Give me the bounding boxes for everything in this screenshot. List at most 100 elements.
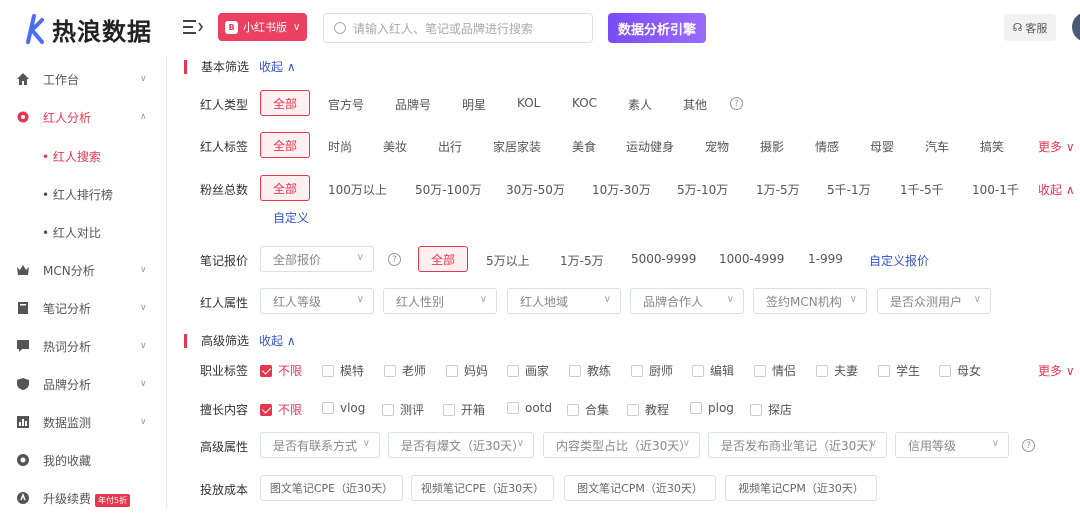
content-checkbox[interactable]: 开箱	[443, 401, 485, 418]
help-icon[interactable]: ?	[1022, 439, 1035, 452]
tag-option[interactable]: 时尚	[328, 138, 352, 155]
tag-option[interactable]: 情感	[815, 138, 839, 155]
price-option[interactable]: 1000-4999	[719, 252, 784, 266]
job-checkbox[interactable]: 厨师	[631, 362, 673, 379]
fans-option[interactable]: 10万-30万	[592, 181, 651, 198]
tag-option[interactable]: 运动健身	[626, 138, 674, 155]
price-dropdown[interactable]: 全部报价 ∨	[260, 246, 374, 272]
contact-dropdown[interactable]: 是否有联系方式 ∨	[260, 432, 380, 458]
platform-selector[interactable]: B 小红书版 ∨	[218, 13, 307, 41]
tag-option[interactable]: 宠物	[705, 138, 729, 155]
cost-video-cpe-button[interactable]: 视频笔记CPE（近30天）	[411, 475, 554, 501]
support-button[interactable]: ☊ 客服	[1004, 14, 1056, 41]
fans-option[interactable]: 5万-10万	[677, 181, 728, 198]
tag-option[interactable]: 搞笑	[980, 138, 1004, 155]
help-icon[interactable]: ?	[730, 97, 743, 110]
sidebar-item-influencer-analysis[interactable]: 红人分析 ∧	[0, 98, 167, 136]
content-checkbox[interactable]: 探店	[750, 401, 792, 418]
job-checkbox[interactable]: 模特	[322, 362, 364, 379]
help-icon[interactable]: ?	[388, 253, 401, 266]
type-option[interactable]: 官方号	[328, 96, 364, 113]
price-option[interactable]: 1-999	[808, 252, 843, 266]
sidebar-item-upgrade[interactable]: 升级续费 年付5折	[0, 479, 167, 517]
logo[interactable]: 热浪数据	[24, 12, 152, 47]
custom-fans-link[interactable]: 自定义	[273, 209, 309, 226]
content-checkbox[interactable]: plog	[690, 401, 734, 415]
cost-image-cpe-button[interactable]: 图文笔记CPE（近30天）	[260, 475, 403, 501]
content-checkbox[interactable]: 教程	[627, 401, 669, 418]
type-option[interactable]: KOC	[572, 96, 597, 110]
content-checkbox[interactable]: 不限	[260, 401, 302, 418]
commercial-dropdown[interactable]: 是否发布商业笔记（近30天） ∨	[708, 432, 887, 458]
tester-dropdown[interactable]: 是否众测用户 ∨	[877, 288, 991, 314]
credit-dropdown[interactable]: 信用等级 ∨	[895, 432, 1009, 458]
price-option[interactable]: 1万-5万	[560, 252, 604, 269]
job-checkbox[interactable]: 妈妈	[446, 362, 488, 379]
content-type-dropdown[interactable]: 内容类型占比（近30天） ∨	[543, 432, 700, 458]
type-option[interactable]: 其他	[683, 96, 707, 113]
fans-option[interactable]: 1千-5千	[900, 181, 944, 198]
type-option[interactable]: KOL	[517, 96, 540, 110]
tag-option[interactable]: 全部	[260, 132, 310, 158]
job-checkbox[interactable]: 不限	[260, 362, 302, 379]
tag-option[interactable]: 美食	[572, 138, 596, 155]
tag-option[interactable]: 家居家装	[493, 138, 541, 155]
job-checkbox[interactable]: 编辑	[692, 362, 734, 379]
type-option[interactable]: 明星	[462, 96, 486, 113]
fans-option[interactable]: 5千-1万	[827, 181, 871, 198]
job-checkbox[interactable]: 母女	[939, 362, 981, 379]
viral-dropdown[interactable]: 是否有爆文（近30天） ∨	[388, 432, 534, 458]
fans-option[interactable]: 1万-5万	[756, 181, 800, 198]
sidebar-subitem-ranking[interactable]: • 红人排行榜	[0, 175, 167, 213]
menu-toggle-icon[interactable]	[183, 18, 203, 36]
collapse-basic-button[interactable]: 收起 ∧	[259, 58, 296, 75]
job-checkbox[interactable]: 教练	[569, 362, 611, 379]
data-engine-button[interactable]: 数据分析引擎	[608, 13, 706, 43]
fans-option[interactable]: 100万以上	[328, 181, 387, 198]
sidebar-item-notes[interactable]: 笔记分析 ∨	[0, 289, 167, 327]
tag-option[interactable]: 母婴	[870, 138, 894, 155]
job-checkbox[interactable]: 情侣	[754, 362, 796, 379]
job-checkbox[interactable]: 老师	[384, 362, 426, 379]
type-option[interactable]: 素人	[628, 96, 652, 113]
fans-option[interactable]: 30万-50万	[506, 181, 565, 198]
more-jobs-button[interactable]: 更多 ∨	[1038, 362, 1075, 379]
search-input[interactable]: 请输入红人、笔记或品牌进行搜索	[323, 13, 593, 43]
brand-partner-dropdown[interactable]: 品牌合作人 ∨	[630, 288, 744, 314]
mcn-dropdown[interactable]: 签约MCN机构 ∨	[753, 288, 867, 314]
content-checkbox[interactable]: 测评	[382, 401, 424, 418]
content-checkbox[interactable]: ootd	[507, 401, 552, 415]
sidebar-item-brands[interactable]: 品牌分析 ∨	[0, 365, 167, 403]
type-option[interactable]: 全部	[260, 90, 310, 116]
fans-option[interactable]: 100-1千	[972, 181, 1019, 198]
cost-image-cpm-button[interactable]: 图文笔记CPM（近30天）	[564, 475, 716, 501]
sidebar-subitem-compare[interactable]: • 红人对比	[0, 213, 167, 251]
price-option[interactable]: 5万以上	[486, 252, 530, 269]
level-dropdown[interactable]: 红人等级 ∨	[260, 288, 374, 314]
gender-dropdown[interactable]: 红人性别 ∨	[383, 288, 497, 314]
job-checkbox[interactable]: 学生	[878, 362, 920, 379]
content-checkbox[interactable]: vlog	[322, 401, 365, 415]
custom-price-link[interactable]: 自定义报价	[869, 252, 929, 269]
sidebar-item-workbench[interactable]: 工作台 ∨	[0, 60, 167, 98]
sidebar-item-hotwords[interactable]: 热词分析 ∨	[0, 327, 167, 365]
price-option[interactable]: 5000-9999	[631, 252, 696, 266]
sidebar-subitem-search[interactable]: • 红人搜索	[0, 137, 167, 175]
tag-option[interactable]: 汽车	[925, 138, 949, 155]
collapse-fans-button[interactable]: 收起 ∧	[1038, 181, 1075, 198]
sidebar-item-monitoring[interactable]: 数据监测 ∨	[0, 403, 167, 441]
cost-video-cpm-button[interactable]: 视频笔记CPM（近30天）	[725, 475, 877, 501]
region-dropdown[interactable]: 红人地域 ∨	[507, 288, 621, 314]
fans-option[interactable]: 50万-100万	[415, 181, 482, 198]
sidebar-item-favorites[interactable]: 我的收藏	[0, 441, 167, 479]
tag-option[interactable]: 摄影	[760, 138, 784, 155]
job-checkbox[interactable]: 夫妻	[816, 362, 858, 379]
collapse-advanced-button[interactable]: 收起 ∧	[259, 332, 296, 349]
tag-option[interactable]: 出行	[438, 138, 462, 155]
more-tags-button[interactable]: 更多 ∨	[1038, 138, 1075, 155]
fans-option[interactable]: 全部	[260, 175, 310, 201]
avatar[interactable]	[1072, 12, 1080, 42]
price-option[interactable]: 全部	[418, 246, 468, 272]
sidebar-item-mcn[interactable]: MCN分析 ∨	[0, 251, 167, 289]
content-checkbox[interactable]: 合集	[567, 401, 609, 418]
